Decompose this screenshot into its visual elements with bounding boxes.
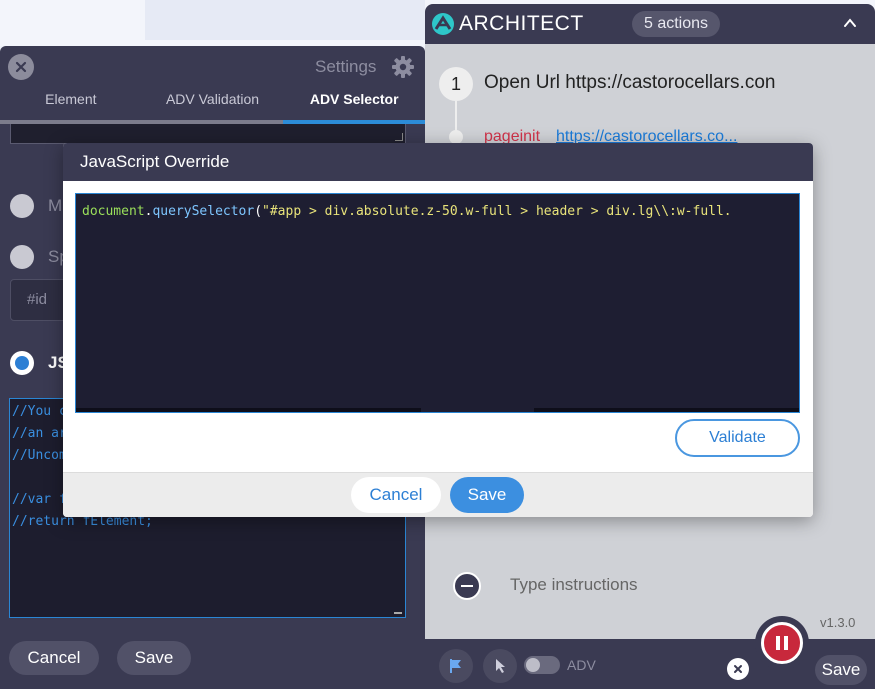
adv-toggle[interactable] bbox=[524, 656, 560, 674]
editor-horizontal-scrollbar[interactable] bbox=[76, 408, 800, 412]
pause-icon bbox=[784, 636, 788, 650]
background-shape bbox=[145, 0, 425, 40]
id-input-placeholder: #id bbox=[27, 291, 47, 308]
radio-option-1[interactable] bbox=[10, 194, 34, 218]
adv-toggle-label: ADV bbox=[567, 657, 596, 673]
code-line: document.querySelector("#app > div.absol… bbox=[82, 204, 732, 219]
close-icon bbox=[15, 61, 27, 73]
step-title[interactable]: Open Url https://castorocellars.con bbox=[484, 72, 775, 94]
code-token-object: document bbox=[82, 204, 145, 219]
dialog-save-button[interactable]: Save bbox=[450, 477, 524, 513]
tab-adv-validation[interactable]: ADV Validation bbox=[142, 88, 284, 122]
settings-tabs: Element ADV Validation ADV Selector bbox=[0, 88, 425, 122]
architect-header: ARCHITECT 5 actions bbox=[425, 4, 875, 44]
settings-title: Settings bbox=[315, 57, 376, 77]
dialog-header: JavaScript Override bbox=[63, 143, 813, 181]
code-token-paren: ( bbox=[254, 204, 262, 219]
code-token-string: "#app > div.absolute.z-50.w-full > heade… bbox=[262, 204, 732, 219]
dialog-footer: Cancel Save bbox=[63, 472, 813, 517]
stop-button[interactable] bbox=[727, 658, 749, 680]
dialog-cancel-button[interactable]: Cancel bbox=[351, 477, 441, 513]
instructions-input[interactable]: Type instructions bbox=[510, 575, 638, 595]
settings-footer: Cancel Save bbox=[0, 641, 425, 689]
radio-option-js[interactable] bbox=[10, 351, 34, 375]
dialog-title: JavaScript Override bbox=[80, 152, 229, 172]
radio-label-1: M bbox=[48, 196, 62, 216]
close-settings-button[interactable] bbox=[8, 54, 34, 80]
code-token-function: querySelector bbox=[152, 204, 254, 219]
scrollbar-thumb[interactable] bbox=[421, 408, 534, 412]
resize-handle[interactable] bbox=[395, 133, 403, 141]
pause-button[interactable] bbox=[761, 622, 803, 664]
close-icon bbox=[733, 664, 743, 674]
javascript-override-dialog: JavaScript Override document.querySelect… bbox=[63, 143, 813, 517]
js-override-editor[interactable]: document.querySelector("#app > div.absol… bbox=[75, 193, 800, 413]
minus-icon[interactable] bbox=[453, 572, 481, 600]
architect-logo-icon bbox=[431, 12, 455, 36]
flag-icon bbox=[447, 657, 465, 675]
version-label: v1.3.0 bbox=[820, 615, 855, 630]
architect-save-button[interactable]: Save bbox=[815, 655, 867, 685]
editor-scrollbar[interactable] bbox=[394, 612, 402, 614]
validate-button[interactable]: Validate bbox=[675, 419, 800, 457]
flag-button[interactable] bbox=[439, 649, 473, 683]
tab-element[interactable]: Element bbox=[0, 88, 142, 122]
tab-adv-selector[interactable]: ADV Selector bbox=[283, 88, 425, 122]
settings-save-button[interactable]: Save bbox=[117, 641, 191, 675]
pause-icon bbox=[776, 636, 780, 650]
settings-cancel-button[interactable]: Cancel bbox=[9, 641, 99, 675]
pointer-select-button[interactable] bbox=[483, 649, 517, 683]
pointer-icon bbox=[491, 657, 509, 675]
actions-count-badge: 5 actions bbox=[632, 11, 720, 37]
radio-option-2[interactable] bbox=[10, 245, 34, 269]
selector-textarea[interactable] bbox=[10, 124, 406, 144]
step-number: 1 bbox=[439, 67, 473, 101]
step-dot bbox=[449, 130, 463, 144]
architect-title: ARCHITECT bbox=[459, 12, 584, 36]
chevron-up-icon[interactable] bbox=[843, 16, 857, 30]
gear-icon[interactable] bbox=[391, 55, 415, 79]
